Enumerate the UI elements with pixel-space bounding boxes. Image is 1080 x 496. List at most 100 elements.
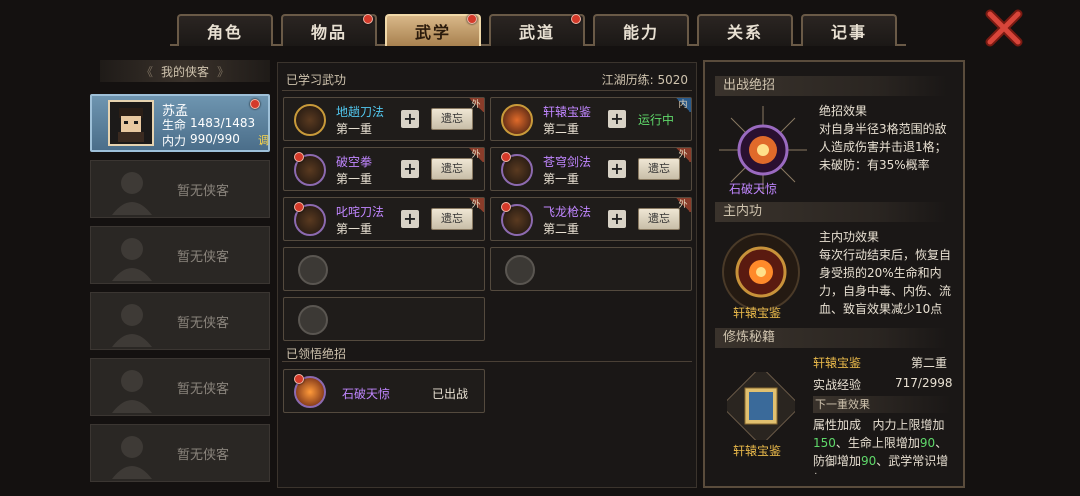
avatar xyxy=(108,100,154,146)
skill-type-tag: 外 xyxy=(468,98,484,112)
notification-dot xyxy=(571,14,581,24)
tab-role[interactable]: 角色 xyxy=(177,14,273,46)
attr-text: 、生命上限增加 xyxy=(835,436,920,450)
skill-type-tag: 外 xyxy=(675,148,691,162)
book-icon xyxy=(727,372,795,440)
forget-button[interactable]: 遗忘 xyxy=(431,158,473,180)
forget-button[interactable]: 遗忘 xyxy=(638,158,680,180)
skill-card[interactable]: 地趟刀法 第一重 + 遗忘 外 xyxy=(283,97,485,141)
silhouette-icon xyxy=(112,436,152,479)
silhouette-icon xyxy=(112,172,152,215)
notification-dot xyxy=(294,374,304,384)
empty-hero-slot[interactable]: 暂无侠客 xyxy=(90,358,270,416)
tab-label: 武道 xyxy=(518,23,555,42)
empty-skill-slot[interactable] xyxy=(283,247,485,291)
attr-value: 90 xyxy=(919,436,936,450)
book-level: 第二重 xyxy=(911,356,948,370)
inner-skill-emblem-icon xyxy=(722,233,800,311)
forget-button[interactable]: 遗忘 xyxy=(638,208,680,230)
hp-value: 1483/1483 xyxy=(190,116,256,130)
silhouette-icon xyxy=(112,370,152,413)
skill-name: 地趟刀法 xyxy=(336,105,385,119)
upgrade-button[interactable]: + xyxy=(401,110,419,128)
mp-label: 内力 xyxy=(162,134,187,148)
battle-ult-name: 石破天惊 xyxy=(729,182,778,196)
tab-items[interactable]: 物品 xyxy=(281,14,377,46)
skill-card[interactable]: 叱咤刀法 第一重 + 遗忘 外 xyxy=(283,197,485,241)
skill-type-tag: 内 xyxy=(675,98,691,112)
skill-card[interactable]: 苍穹剑法 第一重 + 遗忘 外 xyxy=(490,147,692,191)
empty-slot-label: 暂无侠客 xyxy=(177,184,230,199)
skill-name: 苍穹剑法 xyxy=(543,155,592,169)
adjust-button[interactable]: 调 xyxy=(258,132,269,148)
book-name: 轩辕宝鉴 xyxy=(813,356,862,370)
skill-type-tag: 外 xyxy=(468,198,484,212)
skill-name: 叱咤刀法 xyxy=(336,205,385,219)
inner-skill-section: 主内功 xyxy=(715,202,947,222)
exp-value: 717/2998 xyxy=(895,376,953,390)
effect-title: 主内功效果 xyxy=(819,230,880,244)
forget-button[interactable]: 遗忘 xyxy=(431,208,473,230)
upgrade-button[interactable]: + xyxy=(608,210,626,228)
empty-skill-slot[interactable] xyxy=(283,297,485,341)
notification-dot xyxy=(467,14,477,24)
upgrade-button[interactable]: + xyxy=(608,110,626,128)
skill-type-tag: 外 xyxy=(468,148,484,162)
empty-hero-slot[interactable]: 暂无侠客 xyxy=(90,160,270,218)
empty-hero-slot[interactable]: 暂无侠客 xyxy=(90,424,270,482)
attr-value: 150 xyxy=(813,436,836,450)
empty-skill-slot[interactable] xyxy=(490,247,692,291)
tab-label: 能力 xyxy=(622,23,659,42)
empty-slot-label: 暂无侠客 xyxy=(177,382,230,397)
attr-label: 属性加成 xyxy=(813,418,862,432)
tab-journal[interactable]: 记事 xyxy=(801,14,897,46)
chevron-right-icon: 》 xyxy=(217,64,230,79)
running-status: 运行中 xyxy=(638,113,675,127)
section-title: 主内功 xyxy=(723,204,763,219)
tab-label: 角色 xyxy=(206,23,243,42)
martial-arts-panel: 已学习武功 江湖历练: 5020 地趟刀法 第一重 + 遗忘 外 轩辕宝鉴 第二… xyxy=(277,62,697,488)
tab-label: 记事 xyxy=(830,23,867,42)
tab-label: 武学 xyxy=(414,23,451,42)
notification-dot xyxy=(294,202,304,212)
tab-ability[interactable]: 能力 xyxy=(593,14,689,46)
skill-level: 第二重 xyxy=(543,222,580,236)
tab-martial-arts[interactable]: 武学 xyxy=(385,14,481,46)
notification-dot xyxy=(501,202,511,212)
skill-name: 破空拳 xyxy=(336,155,373,169)
upgrade-button[interactable]: + xyxy=(401,210,419,228)
tab-relations[interactable]: 关系 xyxy=(697,14,793,46)
empty-slot-label: 暂无侠客 xyxy=(177,448,230,463)
empty-slot-label: 暂无侠客 xyxy=(177,250,230,265)
tab-martial-way[interactable]: 武道 xyxy=(489,14,585,46)
skill-name: 轩辕宝鉴 xyxy=(543,105,592,119)
exp-label: 实战经验 xyxy=(813,378,862,392)
forget-button[interactable]: 遗忘 xyxy=(431,108,473,130)
empty-slot-icon xyxy=(505,255,535,285)
skill-card[interactable]: 飞龙枪法 第二重 + 遗忘 外 xyxy=(490,197,692,241)
tab-label: 关系 xyxy=(726,23,763,42)
my-heroes-label: 我的侠客 xyxy=(160,64,209,79)
ultimate-title: 已领悟绝招 xyxy=(286,347,347,361)
empty-hero-slot[interactable]: 暂无侠客 xyxy=(90,292,270,350)
hp-label: 生命 xyxy=(162,118,187,132)
battle-effect-text: 对自身半径3格范围的敌人造成伤害并击退1格；未破防：有35%概率 xyxy=(819,122,947,172)
next-level-effect: 属性加成 内力上限增加150、生命上限增加90、防御增加90、武学常识增加10 xyxy=(813,416,951,474)
notification-dot xyxy=(501,152,511,162)
notification-dot xyxy=(363,14,373,24)
upgrade-button[interactable]: + xyxy=(608,160,626,178)
empty-hero-slot[interactable]: 暂无侠客 xyxy=(90,226,270,284)
skill-card[interactable]: 轩辕宝鉴 第二重 + 运行中 内 xyxy=(490,97,692,141)
upgrade-button[interactable]: + xyxy=(401,160,419,178)
skill-level: 第二重 xyxy=(543,122,580,136)
hero-card-selected[interactable]: 苏孟 生命 1483/1483 内力 990/990 调 xyxy=(90,94,270,152)
skill-type-tag: 外 xyxy=(675,198,691,212)
silhouette-icon xyxy=(112,304,152,347)
attr-value: 90 xyxy=(861,454,877,468)
ultimate-card[interactable]: 石破天惊 已出战 xyxy=(283,369,485,413)
experience-value: 江湖历练: 5020 xyxy=(601,73,688,87)
skill-level: 第一重 xyxy=(543,172,580,186)
learned-skills-title: 已学习武功 xyxy=(286,73,347,87)
skill-card[interactable]: 破空拳 第一重 + 遗忘 外 xyxy=(283,147,485,191)
close-icon[interactable] xyxy=(984,8,1024,48)
